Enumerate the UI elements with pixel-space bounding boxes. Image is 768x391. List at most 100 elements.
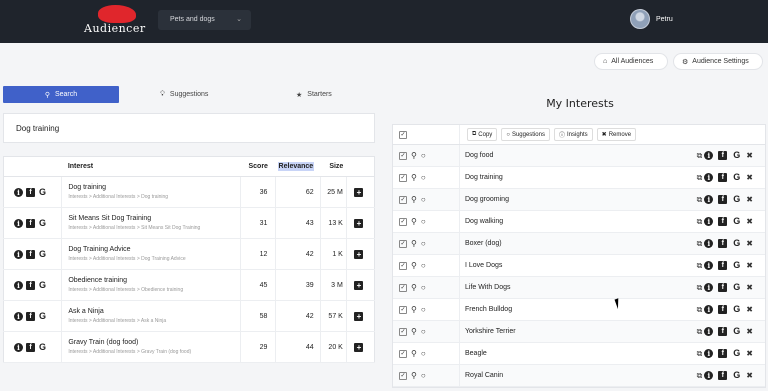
lightbulb-icon[interactable]: ○ — [421, 305, 426, 314]
add-interest-button[interactable]: + — [354, 280, 364, 290]
google-icon[interactable]: G — [38, 342, 47, 352]
facebook-icon[interactable]: f — [718, 349, 728, 358]
info-icon[interactable]: i — [704, 239, 714, 248]
info-icon[interactable]: i — [704, 349, 714, 358]
close-icon[interactable]: ✖ — [746, 327, 753, 336]
add-interest-button[interactable]: + — [354, 249, 364, 259]
search-icon[interactable]: ⚲ — [411, 195, 417, 204]
search-icon[interactable]: ⚲ — [411, 371, 417, 380]
remove-button[interactable]: ✖ Remove — [596, 128, 637, 141]
google-icon[interactable]: G — [38, 280, 47, 290]
facebook-icon[interactable]: f — [26, 249, 35, 259]
search-icon[interactable]: ⚲ — [411, 327, 417, 336]
search-icon[interactable]: ⚲ — [411, 349, 417, 358]
facebook-icon[interactable]: f — [718, 371, 728, 380]
info-icon[interactable]: i — [704, 261, 714, 270]
search-icon[interactable]: ⚲ — [411, 239, 417, 248]
close-icon[interactable]: ✖ — [746, 349, 753, 358]
lightbulb-icon[interactable]: ○ — [421, 261, 426, 270]
add-interest-button[interactable]: + — [354, 218, 364, 228]
add-interest-button[interactable]: + — [354, 187, 364, 197]
tab-suggestions[interactable]: 💡︎ Suggestions — [160, 86, 208, 103]
close-icon[interactable]: ✖ — [746, 151, 753, 160]
search-icon[interactable]: ⚲ — [411, 283, 417, 292]
search-icon[interactable]: ⚲ — [411, 151, 417, 160]
search-icon[interactable]: ⚲ — [411, 305, 417, 314]
facebook-icon[interactable]: f — [26, 311, 35, 321]
close-icon[interactable]: ✖ — [746, 261, 753, 270]
info-icon[interactable]: i — [14, 218, 23, 228]
facebook-icon[interactable]: f — [718, 283, 728, 292]
info-icon[interactable]: i — [704, 371, 714, 380]
info-icon[interactable]: i — [704, 173, 714, 182]
audience-selector[interactable]: Pets and dogs ⌄ — [158, 10, 251, 30]
item-checkbox[interactable]: ✓ — [399, 327, 407, 336]
lightbulb-icon[interactable]: ○ — [421, 283, 426, 292]
google-icon[interactable]: G — [38, 249, 47, 259]
insights-button[interactable]: ⓘ Insights — [553, 128, 593, 141]
lightbulb-icon[interactable]: ○ — [421, 195, 426, 204]
tab-starters[interactable]: ★ Starters — [296, 86, 332, 103]
google-icon[interactable]: G — [732, 305, 741, 314]
facebook-icon[interactable]: f — [718, 327, 728, 336]
user-menu[interactable]: Petru — [630, 9, 673, 29]
info-icon[interactable]: i — [704, 283, 714, 292]
facebook-icon[interactable]: f — [718, 261, 728, 270]
lightbulb-icon[interactable]: ○ — [421, 371, 426, 380]
google-icon[interactable]: G — [732, 217, 741, 226]
google-icon[interactable]: G — [38, 187, 47, 197]
search-icon[interactable]: ⚲ — [411, 261, 417, 270]
info-icon[interactable]: i — [14, 249, 23, 259]
copy-icon[interactable]: ⧉ — [697, 349, 703, 359]
google-icon[interactable]: G — [732, 371, 741, 380]
lightbulb-icon[interactable]: ○ — [421, 239, 426, 248]
google-icon[interactable]: G — [732, 349, 741, 358]
info-icon[interactable]: i — [704, 327, 714, 336]
copy-icon[interactable]: ⧉ — [697, 195, 703, 205]
search-icon[interactable]: ⚲ — [411, 173, 417, 182]
lightbulb-icon[interactable]: ○ — [421, 151, 426, 160]
close-icon[interactable]: ✖ — [746, 305, 753, 314]
info-icon[interactable]: i — [14, 280, 23, 290]
copy-button[interactable]: ⧉ Copy — [467, 128, 498, 141]
lightbulb-icon[interactable]: ○ — [421, 349, 426, 358]
item-checkbox[interactable]: ✓ — [399, 151, 407, 160]
facebook-icon[interactable]: f — [718, 151, 728, 160]
google-icon[interactable]: G — [38, 311, 47, 321]
lightbulb-icon[interactable]: ○ — [421, 217, 426, 226]
add-interest-button[interactable]: + — [354, 311, 364, 321]
close-icon[interactable]: ✖ — [746, 371, 753, 380]
copy-icon[interactable]: ⧉ — [697, 327, 703, 337]
google-icon[interactable]: G — [732, 173, 741, 182]
info-icon[interactable]: i — [14, 187, 23, 197]
info-icon[interactable]: i — [14, 311, 23, 321]
info-icon[interactable]: i — [704, 305, 714, 314]
item-checkbox[interactable]: ✓ — [399, 217, 407, 226]
audiencer-logo[interactable]: Audiencer — [84, 5, 154, 37]
audience-settings-button[interactable]: ⚙ Audience Settings — [673, 53, 763, 70]
search-icon[interactable]: ⚲ — [411, 217, 417, 226]
item-checkbox[interactable]: ✓ — [399, 261, 407, 270]
copy-icon[interactable]: ⧉ — [697, 305, 703, 315]
google-icon[interactable]: G — [732, 327, 741, 336]
suggestions-button[interactable]: ○ Suggestions — [501, 128, 550, 141]
close-icon[interactable]: ✖ — [746, 217, 753, 226]
info-icon[interactable]: i — [14, 342, 23, 352]
info-icon[interactable]: i — [704, 217, 714, 226]
google-icon[interactable]: G — [732, 239, 741, 248]
copy-icon[interactable]: ⧉ — [697, 151, 703, 161]
item-checkbox[interactable]: ✓ — [399, 283, 407, 292]
lightbulb-icon[interactable]: ○ — [421, 173, 426, 182]
close-icon[interactable]: ✖ — [746, 283, 753, 292]
facebook-icon[interactable]: f — [718, 239, 728, 248]
facebook-icon[interactable]: f — [26, 342, 35, 352]
copy-icon[interactable]: ⧉ — [697, 217, 703, 227]
google-icon[interactable]: G — [38, 218, 47, 228]
tab-search[interactable]: ⚲ Search — [3, 86, 119, 103]
relevance-header[interactable]: Relevance — [275, 156, 321, 177]
item-checkbox[interactable]: ✓ — [399, 371, 407, 380]
info-icon[interactable]: i — [704, 195, 714, 204]
google-icon[interactable]: G — [732, 283, 741, 292]
google-icon[interactable]: G — [732, 261, 741, 270]
facebook-icon[interactable]: f — [718, 173, 728, 182]
